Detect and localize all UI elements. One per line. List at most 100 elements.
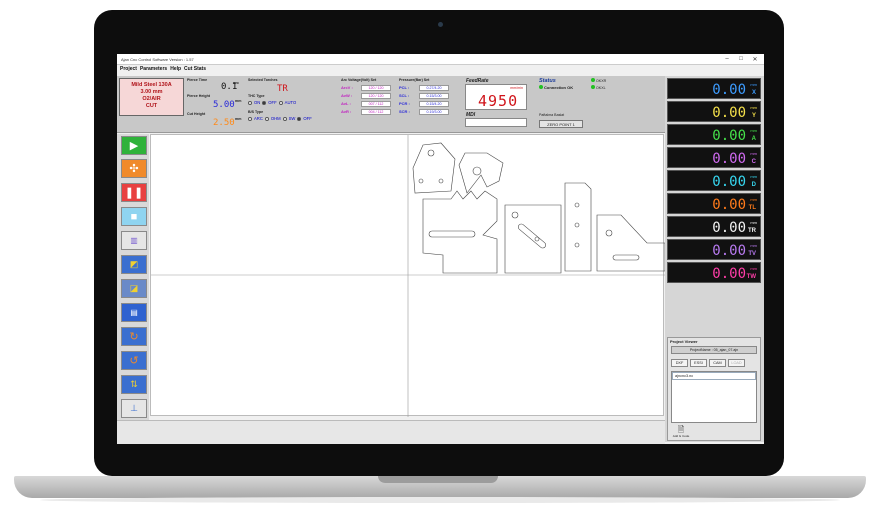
bs-sw-label: SW xyxy=(288,116,296,121)
part-hole xyxy=(605,229,613,237)
cut-height-value: 2.50 xyxy=(213,118,235,128)
maximize-icon[interactable]: □ xyxy=(735,56,747,62)
pressure-row-key: PCL : xyxy=(399,85,410,90)
add-gcode-label: Add G Code xyxy=(672,434,690,438)
arc-voltage-table: ArcV : 120 / 120 AvW : 120 / 120 AvL : 007 … xyxy=(341,85,391,115)
height-button[interactable]: ⇅ xyxy=(121,375,147,394)
material-gas: O2/AIR xyxy=(142,96,161,102)
arrows-icon: ⇅ xyxy=(130,379,138,389)
file-list[interactable]: ajncnc3.nc xyxy=(671,371,757,423)
material-name: Mild Steel 130A xyxy=(131,82,172,88)
thc-off-label: OFF xyxy=(268,100,277,105)
torch-select-button[interactable]: ▥ xyxy=(121,231,147,250)
arc-row-value: 007 / 112 xyxy=(361,101,391,107)
axis-tv-name: TV xyxy=(748,251,756,257)
material-card[interactable]: Mild Steel 130A 3.00 mm O2/AIR CUT xyxy=(119,78,184,116)
axis-tr-name: TR xyxy=(748,228,756,234)
arc-row-key: AvL : xyxy=(341,101,351,106)
thc-off-radio[interactable] xyxy=(262,100,267,105)
connection-text: Connection OK xyxy=(544,85,574,90)
thc-on-label: ON xyxy=(254,100,261,105)
probe-button[interactable]: ⊥ xyxy=(121,399,147,418)
axis-tl-value: 0.00 xyxy=(712,197,746,213)
part-hole xyxy=(472,166,482,176)
sheet-align-button[interactable]: ◩ xyxy=(121,255,147,274)
part-angle xyxy=(596,214,666,272)
pressure-row-value: 0.15/3.00 xyxy=(419,93,449,99)
menu-parameters[interactable]: Parameters xyxy=(140,66,167,74)
okxr-led-icon xyxy=(591,78,595,82)
pressure-row-value: 0.19/3.00 xyxy=(419,109,449,115)
arc-row-value: 004 / 112 xyxy=(361,109,391,115)
axis-c-display: 0.00 mm C xyxy=(667,147,761,168)
connection-led-icon xyxy=(539,85,543,89)
load-button[interactable]: LOAD xyxy=(728,359,745,367)
torches-label: Selected Torches xyxy=(248,78,278,82)
axis-tw-display: 0.00 mm TW xyxy=(667,262,761,283)
stop-button[interactable]: ■ xyxy=(121,207,147,226)
part-sawtooth xyxy=(422,190,498,274)
laptop-notch xyxy=(378,476,498,483)
pressure-table: PCL : 0.27/4.20 SCL : 0.15/3.00 PCR : 0.15/… xyxy=(399,85,449,115)
title-bar: Ajan Cnc Control Software Version : 1.57… xyxy=(117,54,764,65)
restart-button[interactable]: ↻ xyxy=(121,327,147,346)
project-viewer: Project Viewer ProjectName : 05_ajan_07.… xyxy=(667,337,761,441)
cam-button[interactable]: CAM xyxy=(709,359,726,367)
axis-d-value: 0.00 xyxy=(712,174,746,190)
essi-button[interactable]: ESSI xyxy=(690,359,707,367)
axis-a-value: 0.00 xyxy=(712,128,746,144)
thc-on-radio[interactable] xyxy=(248,100,252,105)
arc-row-key: ArcV : xyxy=(341,85,353,90)
axis-tl-unit: mm xyxy=(750,197,757,202)
torch-value[interactable]: TR xyxy=(277,84,288,94)
start-button[interactable]: ▶ xyxy=(121,136,147,155)
menu-project[interactable]: Project xyxy=(120,66,137,74)
menu-cut-stats[interactable]: Cut Stats xyxy=(184,66,206,74)
thc-auto-radio[interactable] xyxy=(278,100,283,105)
pierce-time-unit: sec xyxy=(233,81,239,85)
layout-button[interactable]: ▤ xyxy=(121,303,147,322)
part-slot xyxy=(428,230,476,238)
part-hole xyxy=(427,149,435,157)
pressure-row-key: SCL : xyxy=(399,93,410,98)
file-list-item[interactable]: ajncnc3.nc xyxy=(672,372,756,380)
axis-x-unit: mm xyxy=(750,82,757,87)
mdi-input[interactable] xyxy=(465,118,527,127)
menu-help[interactable]: Help xyxy=(170,66,181,74)
close-icon[interactable]: ✕ xyxy=(749,56,761,63)
dxf-button[interactable]: DXF xyxy=(671,359,688,367)
bs-ohm-radio[interactable] xyxy=(264,116,269,121)
connection-status: Connection OK xyxy=(539,85,573,90)
bs-off-radio[interactable] xyxy=(297,116,302,121)
axis-x-value: 0.00 xyxy=(712,82,746,98)
reset-button[interactable]: ✣ xyxy=(121,159,147,178)
indicator-okxl: OKXL xyxy=(591,85,606,90)
axis-tl-name: TL xyxy=(748,205,756,211)
zero-point-button[interactable]: ZERO POINT 1 xyxy=(539,120,583,128)
repeat-button[interactable]: ↺ xyxy=(121,351,147,370)
part-slot xyxy=(612,254,640,261)
axis-d-display: 0.00 mm D xyxy=(667,170,761,191)
axis-x-name: X xyxy=(751,90,756,96)
arc-row-value: 120 / 120 xyxy=(361,85,391,91)
pierce-height-unit: mm xyxy=(235,99,242,103)
arc-row-value: 120 / 120 xyxy=(361,93,391,99)
axis-tv-value: 0.00 xyxy=(712,243,746,259)
thc-options: ON OFF AUTO xyxy=(248,100,296,105)
plate-button[interactable]: ◪ xyxy=(121,279,147,298)
part-hole xyxy=(574,202,580,208)
pierce-height-value: 5.00 xyxy=(213,100,235,110)
axis-c-value: 0.00 xyxy=(712,151,746,167)
bs-sw-radio[interactable] xyxy=(282,116,287,121)
cutting-canvas[interactable] xyxy=(150,134,666,417)
minimize-icon[interactable]: – xyxy=(721,56,733,62)
axis-y-name: Y xyxy=(751,113,756,119)
document-icon: 🗎 xyxy=(677,425,685,434)
add-gcode-button[interactable]: 🗎 Add G Code xyxy=(671,426,691,440)
pause-button[interactable]: ❚❚ xyxy=(121,183,147,202)
play-icon: ▶ xyxy=(129,140,139,152)
laptop-shadow xyxy=(40,497,840,503)
axis-a-display: 0.00 mm A xyxy=(667,124,761,145)
layout-icon: ▤ xyxy=(130,308,138,317)
bs-arc-radio[interactable] xyxy=(248,116,252,121)
